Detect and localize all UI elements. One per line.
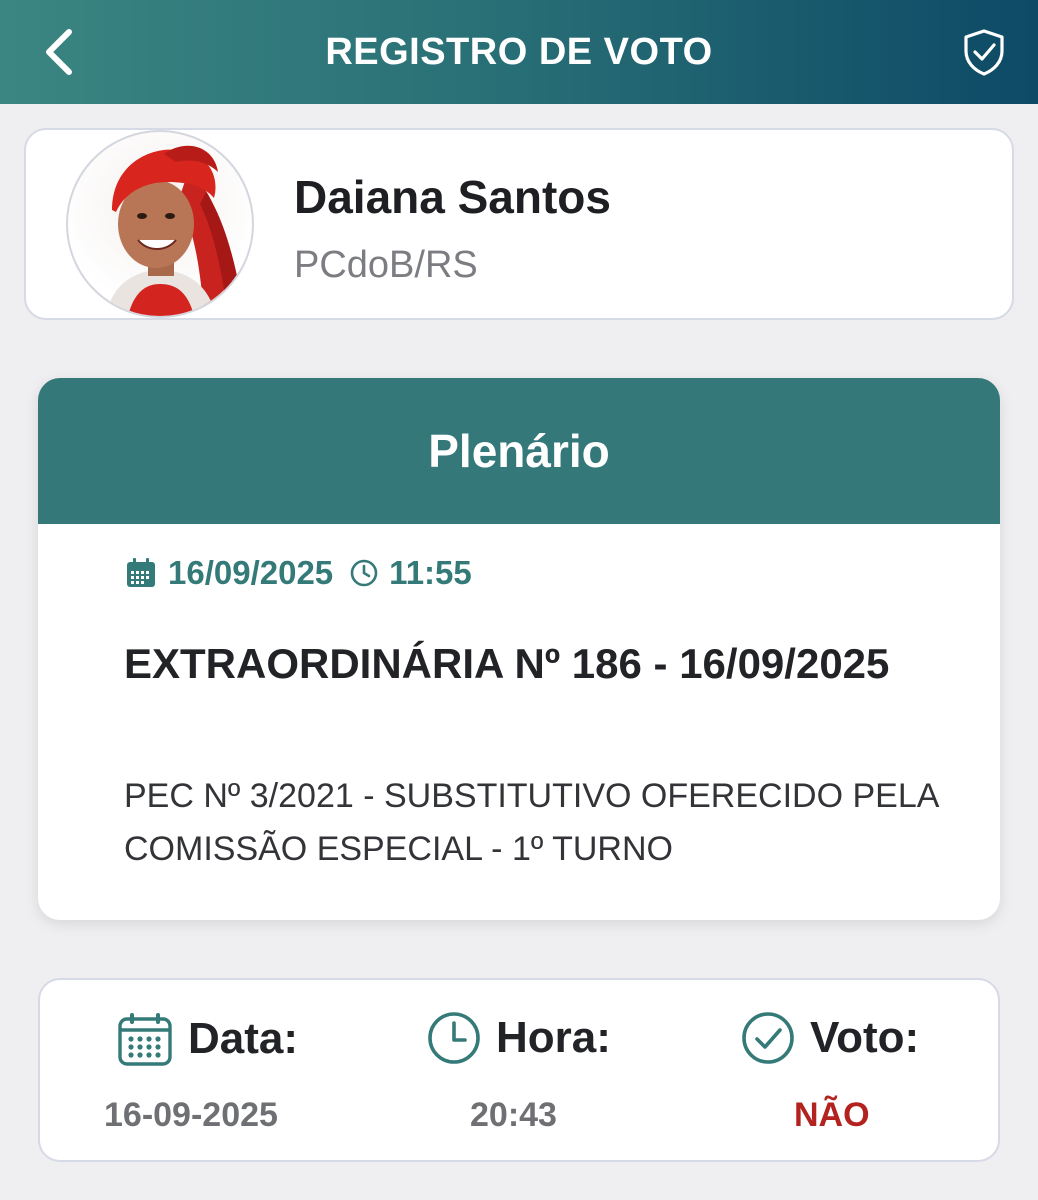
vote-time-value: 20:43 <box>470 1096 557 1134</box>
clock-icon <box>347 556 381 590</box>
vote-result-label: Voto: <box>810 1013 920 1062</box>
vote-time-column: Hora: 20:43 <box>426 980 656 1160</box>
vote-date-label: Data: <box>188 1014 299 1063</box>
back-button[interactable] <box>28 22 88 82</box>
deputy-party: PCdoB/RS <box>294 244 478 286</box>
vote-time-label-row: Hora: <box>426 1010 611 1066</box>
vote-card: Data: 16-09-2025 Hora: 20:43 Voto: NÃO <box>38 978 1000 1162</box>
session-name: EXTRAORDINÁRIA Nº 186 - 16/09/2025 <box>124 640 890 687</box>
vote-date-value: 16-09-2025 <box>104 1096 278 1134</box>
shield-check-icon <box>964 29 1004 76</box>
page-title: REGISTRO DE VOTO <box>325 30 713 73</box>
vote-result-value: NÃO <box>794 1096 870 1134</box>
vote-result-column: Voto: NÃO <box>740 980 970 1160</box>
session-card: Plenário 16/09/2025 11:55 EXTRAORDINÁRIA… <box>38 378 1000 920</box>
session-date: 16/09/2025 <box>168 554 334 591</box>
chevron-left-icon <box>46 29 72 75</box>
session-time: 11:55 <box>389 554 472 591</box>
calendar-icon <box>118 1013 172 1066</box>
deputy-name: Daiana Santos <box>294 171 611 223</box>
calendar-icon <box>124 556 158 590</box>
vote-time-label: Hora: <box>496 1013 611 1062</box>
avatar <box>66 130 254 318</box>
vote-date-label-row: Data: <box>116 1010 298 1068</box>
deputy-photo <box>106 145 244 316</box>
app-header: REGISTRO DE VOTO <box>0 0 1038 104</box>
clock-icon <box>428 1012 480 1064</box>
session-description: PEC Nº 3/2021 - SUBSTITUTIVO OFERECIDO P… <box>124 777 938 868</box>
session-meta: 16/09/2025 11:55 <box>124 554 472 592</box>
check-circle-icon <box>742 1012 794 1064</box>
session-header: Plenário <box>38 378 1000 524</box>
vote-result-label-row: Voto: <box>740 1010 919 1066</box>
vote-date-column: Data: 16-09-2025 <box>104 980 346 1160</box>
deputy-profile-card: Daiana Santos PCdoB/RS <box>24 128 1014 320</box>
security-button[interactable] <box>958 26 1010 78</box>
session-title: Plenário <box>428 425 610 477</box>
